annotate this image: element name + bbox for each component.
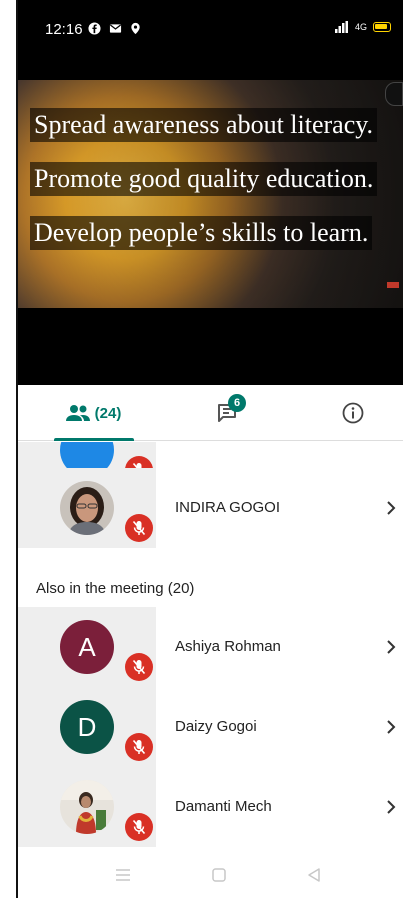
people-icon xyxy=(65,405,90,421)
menu-icon[interactable] xyxy=(114,866,132,884)
avatar xyxy=(60,481,114,535)
home-icon[interactable] xyxy=(210,866,228,884)
participant-name: Daizy Gogoi xyxy=(175,718,257,735)
tab-chat[interactable] xyxy=(193,385,263,441)
back-icon[interactable] xyxy=(305,866,323,884)
network-type-label: 4G xyxy=(354,22,367,32)
avatar xyxy=(60,780,114,834)
tab-info[interactable] xyxy=(333,385,373,441)
participant-row-ashiya-rohman[interactable]: A Ashiya Rohman xyxy=(18,607,403,687)
status-bar: 12:16 4G xyxy=(18,0,403,60)
slide-line-3: Develop people’s skills to learn. xyxy=(30,216,373,250)
system-navigation-bar xyxy=(18,852,403,898)
active-tab-indicator xyxy=(54,438,134,441)
participants-list: INDIRA GOGOI Also in the meeting (20) A … xyxy=(18,442,403,852)
meeting-tabs: (24) xyxy=(18,385,403,441)
muted-mic-icon xyxy=(125,813,153,841)
left-edge-divider xyxy=(0,0,18,898)
slide-line-1: Spread awareness about literacy. xyxy=(30,108,378,142)
participant-row-indira-gogoi[interactable]: INDIRA GOGOI xyxy=(18,468,403,548)
muted-mic-icon xyxy=(125,514,153,542)
meet-app-window: 12:16 4G Spread awareness about literacy… xyxy=(18,0,403,898)
info-icon xyxy=(342,402,364,424)
battery-icon xyxy=(373,22,391,32)
signal-icon xyxy=(334,21,348,33)
muted-mic-icon xyxy=(125,653,153,681)
muted-mic-icon xyxy=(125,733,153,761)
chevron-right-icon[interactable] xyxy=(379,496,403,520)
chevron-right-icon[interactable] xyxy=(379,635,403,659)
avatar: D xyxy=(60,700,114,754)
status-time: 12:16 xyxy=(45,21,83,38)
participant-row-daizy-gogoi[interactable]: D Daizy Gogoi xyxy=(18,687,403,767)
chat-unread-badge: 6 xyxy=(228,394,246,412)
slide-line-2: Promote good quality education. xyxy=(30,162,378,196)
also-in-meeting-header: Also in the meeting (20) xyxy=(36,580,195,597)
chevron-right-icon[interactable] xyxy=(379,795,403,819)
video-corner-overlay xyxy=(385,82,403,106)
status-right-group: 4G xyxy=(334,21,391,33)
participant-name: Ashiya Rohman xyxy=(175,638,281,655)
people-count: (24) xyxy=(94,404,122,422)
participant-row-damanti-mech[interactable]: Damanti Mech xyxy=(18,767,403,847)
participant-name: Damanti Mech xyxy=(175,798,272,815)
tab-people[interactable]: (24) xyxy=(38,385,148,441)
facebook-icon xyxy=(88,22,101,35)
avatar: A xyxy=(60,620,114,674)
chevron-right-icon[interactable] xyxy=(379,715,403,739)
gmail-icon xyxy=(109,24,122,33)
location-icon xyxy=(131,22,140,35)
participant-name: INDIRA GOGOI xyxy=(175,499,281,516)
presentation-video[interactable]: Spread awareness about literacy. Promote… xyxy=(18,80,403,308)
record-indicator-icon xyxy=(387,282,399,288)
